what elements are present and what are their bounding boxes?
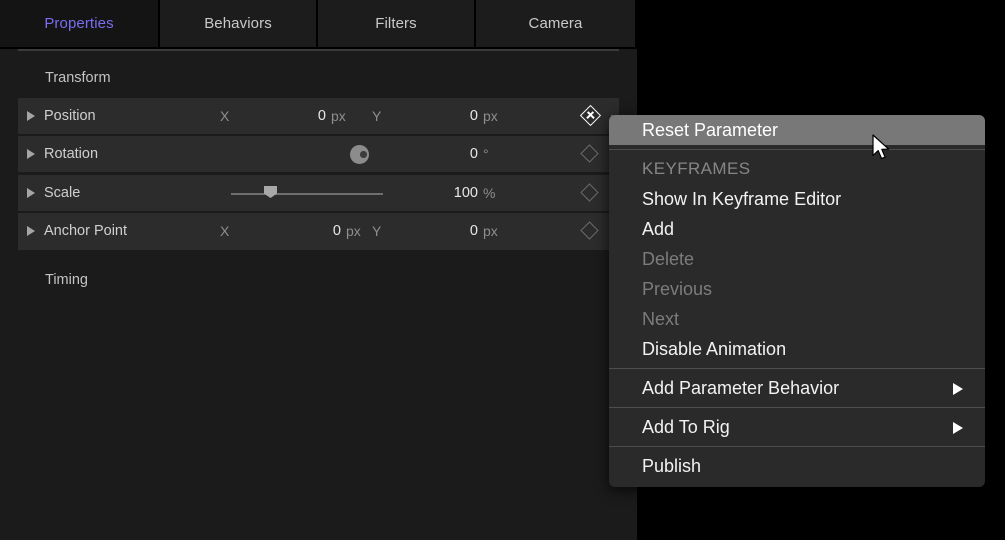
menu-item-publish[interactable]: Publish [609,451,985,481]
tab-behaviors[interactable]: Behaviors [160,0,318,47]
position-y-value[interactable]: 0 [420,98,478,134]
inspector-panel: Properties Behaviors Filters Camera Tran… [0,0,637,540]
keyframe-diamond-icon[interactable] [580,105,601,126]
anchor-point-y-value[interactable]: 0 [420,213,478,249]
group-heading-transform: Transform [45,69,111,87]
menu-item-reset-parameter[interactable]: Reset Parameter [609,115,985,145]
anchor-point-x-value[interactable]: 0 [283,213,341,249]
tab-properties[interactable]: Properties [0,0,160,47]
position-x-value[interactable]: 0 [268,98,326,134]
menu-item-disable-animation[interactable]: Disable Animation [609,334,985,364]
menu-item-add-parameter-behavior[interactable]: Add Parameter Behavior [609,373,985,403]
keyframe-diamond-icon[interactable] [580,144,598,162]
menu-item-previous: Previous [609,274,985,304]
param-label-scale: Scale [44,175,80,211]
menu-separator [609,149,985,150]
menu-item-add-to-rig[interactable]: Add To Rig [609,412,985,442]
param-label-anchor-point: Anchor Point [44,213,127,249]
menu-item-show-in-keyframe-editor[interactable]: Show In Keyframe Editor [609,184,985,214]
param-row-rotation[interactable]: Rotation 0 ° [18,136,619,173]
disclosure-triangle-icon[interactable] [27,226,35,236]
menu-item-label: Add To Rig [642,417,730,437]
disclosure-triangle-icon[interactable] [27,188,35,198]
menu-separator [609,368,985,369]
param-row-scale[interactable]: Scale 100 % [18,175,619,212]
scale-value[interactable]: 100 [416,175,478,211]
keyframe-diamond-icon[interactable] [580,183,598,201]
menu-item-add[interactable]: Add [609,214,985,244]
keyframe-diamond-icon[interactable] [580,221,598,239]
param-label-rotation: Rotation [44,136,98,172]
disclosure-triangle-icon[interactable] [27,149,35,159]
parameter-context-menu: Reset Parameter KEYFRAMES Show In Keyfra… [609,115,985,487]
tab-filters[interactable]: Filters [318,0,476,47]
rotation-value[interactable]: 0 [416,136,478,172]
group-heading-timing: Timing [45,271,88,289]
param-row-position[interactable]: Position X 0 px Y 0 px [18,98,619,135]
submenu-arrow-icon [953,383,963,395]
tab-bar-underline [18,49,619,51]
position-x-unit: px [331,98,346,134]
position-x-axis-label: X [220,98,229,134]
anchor-point-y-axis-label: Y [372,213,381,249]
submenu-arrow-icon [953,422,963,434]
rotation-dial-control[interactable] [350,145,369,164]
param-label-position: Position [44,98,96,134]
position-y-axis-label: Y [372,98,381,134]
menu-item-next: Next [609,304,985,334]
menu-section-header-keyframes: KEYFRAMES [609,154,985,184]
param-row-anchor-point[interactable]: Anchor Point X 0 px Y 0 px [18,213,619,250]
menu-item-delete: Delete [609,244,985,274]
position-y-unit: px [483,98,498,134]
anchor-point-x-unit: px [346,213,361,249]
menu-separator [609,407,985,408]
scale-unit: % [483,175,495,211]
rotation-unit: ° [483,136,489,172]
menu-separator [609,446,985,447]
tab-camera[interactable]: Camera [476,0,635,47]
scale-slider-handle[interactable] [264,186,277,198]
scale-slider-track[interactable] [231,193,383,195]
menu-item-label: Add Parameter Behavior [642,378,839,398]
inspector-tab-bar: Properties Behaviors Filters Camera [0,0,637,49]
anchor-point-x-axis-label: X [220,213,229,249]
disclosure-triangle-icon[interactable] [27,111,35,121]
anchor-point-y-unit: px [483,213,498,249]
